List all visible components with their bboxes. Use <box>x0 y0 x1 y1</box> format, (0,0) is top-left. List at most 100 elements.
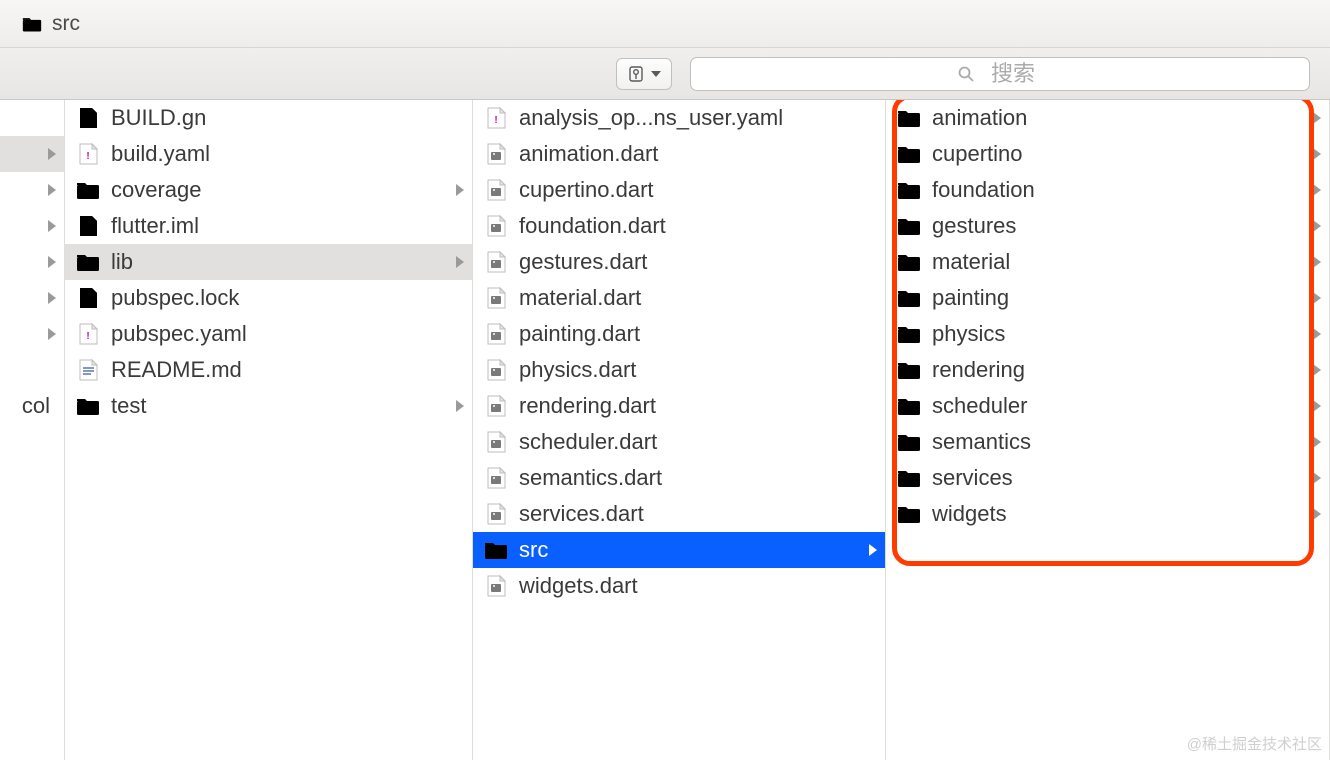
file-row[interactable]: painting.dart <box>473 316 885 352</box>
item-label: cupertino.dart <box>519 177 877 203</box>
item-label: physics.dart <box>519 357 877 383</box>
column-2[interactable]: analysis_op...ns_user.yamlanimation.dart… <box>473 100 886 760</box>
folder-row[interactable]: painting <box>886 280 1329 316</box>
folder-row[interactable]: lib <box>65 244 472 280</box>
file-row[interactable]: pubspec.yaml <box>65 316 472 352</box>
yaml-file-icon <box>484 106 508 130</box>
file-row[interactable]: build.yaml <box>65 136 472 172</box>
column-3[interactable]: animation cupertinofoundationgestures mate… <box>886 100 1330 760</box>
window-title: src <box>52 12 80 36</box>
file-row[interactable]: physics.dart <box>473 352 885 388</box>
gear-icon <box>627 65 645 83</box>
item-label: semantics <box>932 429 1313 455</box>
file-icon <box>76 214 100 238</box>
item-label: test <box>111 393 456 419</box>
file-row[interactable] <box>0 244 64 280</box>
file-row[interactable]: analysis_op...ns_user.yaml <box>473 100 885 136</box>
dart-file-icon <box>484 574 508 598</box>
chevron-right-icon <box>1313 400 1321 412</box>
file-row[interactable]: scheduler.dart <box>473 424 885 460</box>
file-row[interactable]: animation.dart <box>473 136 885 172</box>
dart-file-icon <box>484 286 508 310</box>
item-label: pubspec.lock <box>111 285 464 311</box>
dart-file-icon <box>484 466 508 490</box>
file-row[interactable] <box>0 136 64 172</box>
file-row[interactable]: rendering.dart <box>473 388 885 424</box>
file-row[interactable]: gestures.dart <box>473 244 885 280</box>
folder-row[interactable]: gestures <box>886 208 1329 244</box>
file-row[interactable] <box>0 100 64 136</box>
folder-icon <box>20 14 44 34</box>
file-row[interactable]: flutter.iml <box>65 208 472 244</box>
search-box[interactable] <box>690 57 1310 91</box>
item-label: widgets.dart <box>519 573 877 599</box>
watermark: @稀土掘金技术社区 <box>1187 733 1322 754</box>
folder-row[interactable]: src <box>473 532 885 568</box>
item-label: foundation.dart <box>519 213 877 239</box>
search-input[interactable] <box>983 61 1043 87</box>
action-menu-button[interactable] <box>616 58 672 90</box>
file-row[interactable] <box>0 172 64 208</box>
file-row[interactable]: pubspec.lock <box>65 280 472 316</box>
folder-row[interactable]: physics <box>886 316 1329 352</box>
dart-file-icon <box>484 430 508 454</box>
chevron-right-icon <box>1313 148 1321 160</box>
folder-row[interactable]: test <box>65 388 472 424</box>
file-row[interactable]: material.dart <box>473 280 885 316</box>
titlebar[interactable]: src <box>0 0 1330 48</box>
file-icon <box>76 286 100 310</box>
file-row[interactable] <box>0 352 64 388</box>
column-1[interactable]: BUILD.gn build.yaml coverage flutter.iml lib… <box>65 100 473 760</box>
item-label: pubspec.yaml <box>111 321 464 347</box>
item-label: material <box>932 249 1313 275</box>
item-label: scheduler.dart <box>519 429 877 455</box>
file-row[interactable]: widgets.dart <box>473 568 885 604</box>
item-label: animation <box>932 105 1313 131</box>
column-browser: col BUILD.gn build.yaml coverage flutter.im… <box>0 100 1330 760</box>
chevron-right-icon <box>1313 112 1321 124</box>
file-row[interactable]: README.md <box>65 352 472 388</box>
folder-icon <box>897 142 921 166</box>
folder-icon <box>897 466 921 490</box>
dart-file-icon <box>484 214 508 238</box>
folder-row[interactable]: material <box>886 244 1329 280</box>
chevron-right-icon <box>1313 328 1321 340</box>
folder-row[interactable]: widgets <box>886 496 1329 532</box>
file-row[interactable] <box>0 280 64 316</box>
dart-file-icon <box>484 178 508 202</box>
folder-row[interactable]: rendering <box>886 352 1329 388</box>
file-row[interactable]: col <box>0 388 64 424</box>
folder-row[interactable]: services <box>886 460 1329 496</box>
item-label: painting.dart <box>519 321 877 347</box>
file-row[interactable]: cupertino.dart <box>473 172 885 208</box>
file-row[interactable]: foundation.dart <box>473 208 885 244</box>
folder-icon <box>897 358 921 382</box>
folder-row[interactable]: foundation <box>886 172 1329 208</box>
chevron-right-icon <box>48 220 56 232</box>
item-label: services.dart <box>519 501 877 527</box>
chevron-right-icon <box>48 184 56 196</box>
folder-icon <box>897 250 921 274</box>
folder-icon <box>76 178 100 202</box>
chevron-right-icon <box>1313 364 1321 376</box>
folder-icon <box>897 430 921 454</box>
folder-row[interactable]: coverage <box>65 172 472 208</box>
file-row[interactable]: semantics.dart <box>473 460 885 496</box>
folder-row[interactable]: semantics <box>886 424 1329 460</box>
file-row[interactable] <box>0 208 64 244</box>
folder-row[interactable]: cupertino <box>886 136 1329 172</box>
column-0[interactable]: col <box>0 100 65 760</box>
chevron-right-icon <box>48 256 56 268</box>
file-row[interactable]: services.dart <box>473 496 885 532</box>
chevron-right-icon <box>1313 508 1321 520</box>
folder-row[interactable]: animation <box>886 100 1329 136</box>
item-label: BUILD.gn <box>111 105 464 131</box>
item-label: coverage <box>111 177 456 203</box>
chevron-right-icon <box>456 256 464 268</box>
folder-row[interactable]: scheduler <box>886 388 1329 424</box>
yaml-file-icon <box>76 322 100 346</box>
folder-icon <box>76 250 100 274</box>
file-row[interactable]: BUILD.gn <box>65 100 472 136</box>
item-label: lib <box>111 249 456 275</box>
file-row[interactable] <box>0 316 64 352</box>
